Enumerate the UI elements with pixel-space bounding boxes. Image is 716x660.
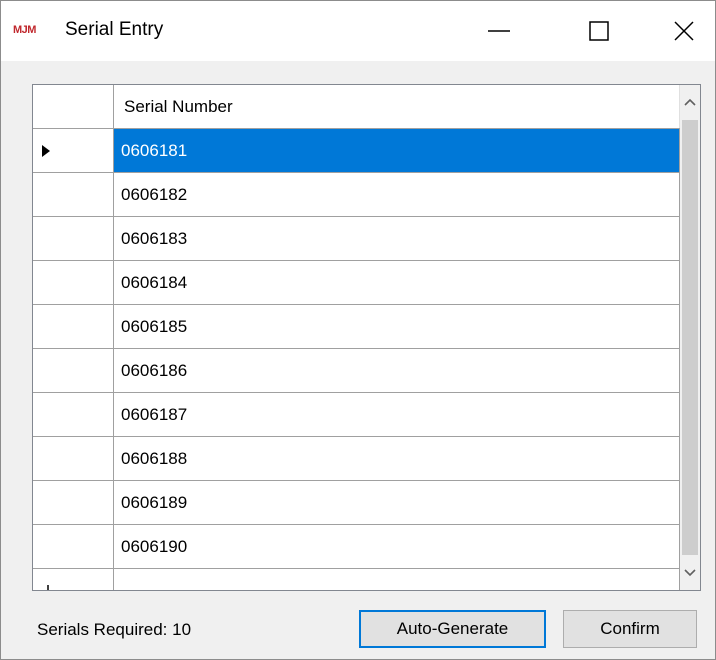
table-row[interactable]: 0606188 (33, 437, 680, 481)
current-row-arrow-icon (42, 144, 50, 157)
window-title: Serial Entry (65, 19, 164, 40)
scroll-down-button[interactable] (680, 556, 700, 590)
grid-header: Serial Number (33, 85, 680, 129)
title-bar[interactable]: MJM Serial Entry (1, 1, 715, 61)
new-row-icon (42, 584, 54, 590)
serial-number-cell[interactable]: 0606185 (114, 305, 680, 349)
table-row[interactable]: 0606187 (33, 393, 680, 437)
serial-number-cell[interactable]: 0606184 (114, 261, 680, 305)
serial-entry-window: MJM Serial Entry Serial Number 0606181 06… (0, 0, 716, 660)
table-row[interactable]: 0606182 (33, 173, 680, 217)
row-header[interactable] (33, 481, 114, 525)
grid-corner-header[interactable] (33, 85, 114, 128)
confirm-button[interactable]: Confirm (563, 610, 697, 648)
app-logo: MJM (13, 24, 36, 36)
serial-number-cell[interactable]: 0606182 (114, 173, 680, 217)
vertical-scrollbar[interactable] (680, 85, 700, 590)
row-header[interactable] (33, 437, 114, 481)
row-header[interactable] (33, 129, 114, 173)
serial-number-cell[interactable] (114, 569, 680, 590)
row-header[interactable] (33, 525, 114, 569)
chevron-down-icon (684, 569, 696, 577)
scroll-up-button[interactable] (680, 85, 700, 119)
auto-generate-button[interactable]: Auto-Generate (359, 610, 546, 648)
close-icon (674, 21, 694, 41)
serial-number-cell[interactable]: 0606183 (114, 217, 680, 261)
table-row[interactable]: 0606186 (33, 349, 680, 393)
row-header[interactable] (33, 217, 114, 261)
serials-required-label: Serials Required: 10 (37, 620, 192, 639)
row-header[interactable] (33, 349, 114, 393)
maximize-button[interactable] (564, 1, 634, 61)
serial-number-cell[interactable]: 0606186 (114, 349, 680, 393)
maximize-icon (589, 21, 609, 41)
table-row[interactable]: 0606190 (33, 525, 680, 569)
serial-number-cell[interactable]: 0606190 (114, 525, 680, 569)
minimize-button[interactable] (464, 1, 534, 61)
table-row[interactable]: 0606185 (33, 305, 680, 349)
serial-grid[interactable]: Serial Number 0606181 0606182 0606183 06061… (32, 84, 701, 591)
table-row[interactable] (33, 569, 680, 590)
table-row[interactable]: 0606184 (33, 261, 680, 305)
scrollbar-thumb[interactable] (682, 120, 698, 555)
table-row[interactable]: 0606183 (33, 217, 680, 261)
table-row[interactable]: 0606189 (33, 481, 680, 525)
row-header[interactable] (33, 393, 114, 437)
row-header[interactable] (33, 305, 114, 349)
close-button[interactable] (649, 1, 716, 61)
column-header-serial-number[interactable]: Serial Number (114, 85, 680, 128)
row-header[interactable] (33, 173, 114, 217)
table-row[interactable]: 0606181 (33, 129, 680, 173)
row-header[interactable] (33, 261, 114, 305)
serial-number-cell[interactable]: 0606181 (114, 129, 680, 173)
serial-number-cell[interactable]: 0606188 (114, 437, 680, 481)
minimize-icon (488, 30, 510, 32)
row-header[interactable] (33, 569, 114, 590)
serial-number-cell[interactable]: 0606189 (114, 481, 680, 525)
serial-number-cell[interactable]: 0606187 (114, 393, 680, 437)
chevron-up-icon (684, 98, 696, 106)
